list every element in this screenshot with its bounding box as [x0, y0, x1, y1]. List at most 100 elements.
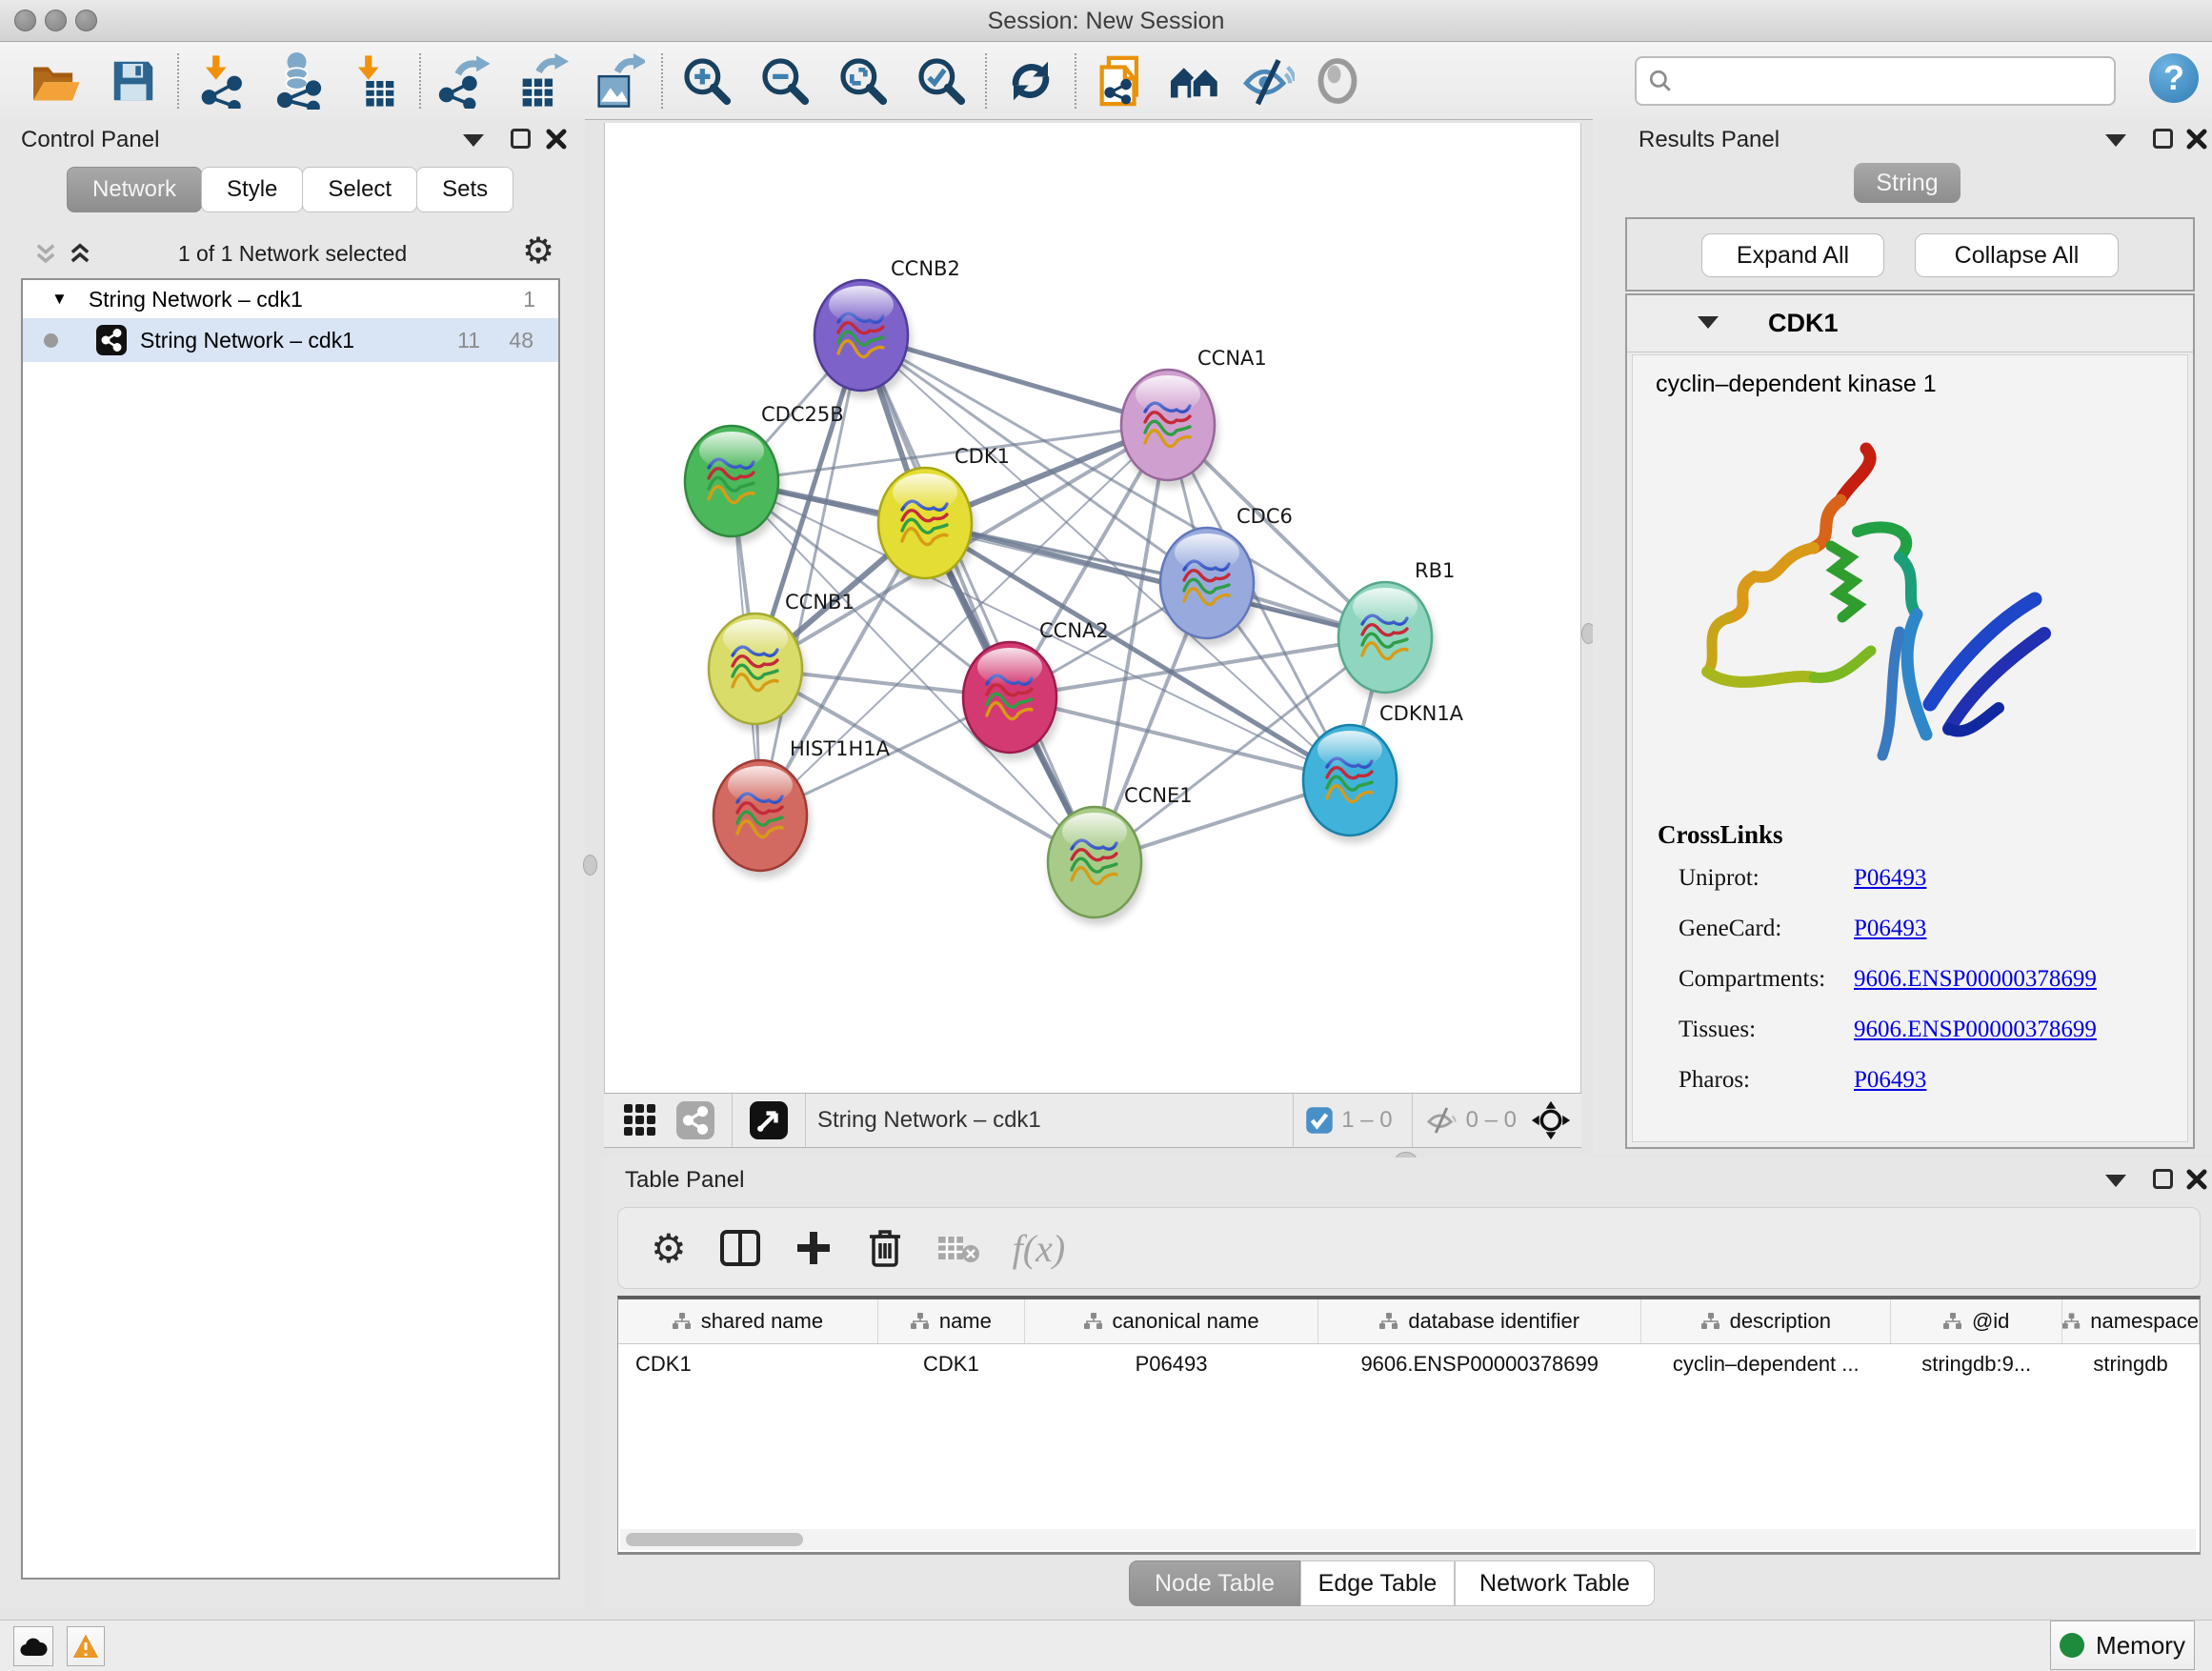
- import-network-database-button[interactable]: [269, 50, 330, 111]
- table-cell[interactable]: cyclin–dependent ...: [1641, 1343, 1891, 1385]
- results-panel-menu-icon[interactable]: [2105, 134, 2126, 147]
- zoom-in-button[interactable]: [676, 50, 737, 111]
- network-edge-CDK1-RB1[interactable]: [925, 523, 1385, 637]
- zoom-selected-button[interactable]: [911, 50, 972, 111]
- selected-checkbox-icon[interactable]: [1305, 1106, 1334, 1135]
- import-network-file-button[interactable]: [192, 50, 253, 111]
- table-cell[interactable]: 9606.ENSP00000378699: [1318, 1343, 1641, 1385]
- open-session-button[interactable]: [25, 50, 86, 111]
- help-button[interactable]: ?: [2149, 53, 2199, 103]
- import-table-icon: [348, 53, 403, 109]
- table-cell[interactable]: CDK1: [618, 1343, 877, 1385]
- results-panel-close-icon[interactable]: [2185, 128, 2208, 151]
- left-splitter-handle[interactable]: [583, 855, 597, 876]
- new-network-from-selection-button[interactable]: [1090, 50, 1151, 111]
- tab-network-table[interactable]: Network Table: [1455, 1560, 1655, 1606]
- column-header-namespace[interactable]: namespace: [2062, 1299, 2200, 1343]
- column-header-name[interactable]: name: [877, 1299, 1024, 1343]
- export-image-button[interactable]: [587, 50, 648, 111]
- results-panel-float-icon[interactable]: [2153, 129, 2173, 149]
- tab-node-table[interactable]: Node Table: [1129, 1560, 1300, 1606]
- table-cell[interactable]: P06493: [1024, 1343, 1317, 1385]
- column-header-shared-name[interactable]: shared name: [618, 1299, 877, 1343]
- table-options-gear-icon[interactable]: ⚙: [651, 1225, 687, 1272]
- gene-section-header[interactable]: CDK1: [1627, 295, 2193, 352]
- refresh-button[interactable]: [1000, 50, 1061, 111]
- memory-indicator[interactable]: Memory: [2050, 1621, 2195, 1670]
- network-node-CDKN1A[interactable]: CDKN1A: [1303, 702, 1464, 843]
- network-row-selected[interactable]: String Network – cdk1 11 48: [23, 318, 558, 362]
- collapse-all-button[interactable]: Collapse All: [1915, 233, 2119, 277]
- node-label-CCNB2: CCNB2: [891, 257, 960, 280]
- table-panel-close-icon[interactable]: [2185, 1168, 2208, 1191]
- hidden-eye-slash-icon[interactable]: [1424, 1105, 1458, 1136]
- table-cell[interactable]: stringdb: [2062, 1343, 2200, 1385]
- network-node-HIST1H1A[interactable]: HIST1H1A: [714, 737, 891, 878]
- crosslink-uniprot-link[interactable]: P06493: [1854, 865, 1926, 892]
- control-panel-close-icon[interactable]: [545, 128, 568, 151]
- window-close-button[interactable]: [14, 10, 36, 31]
- table-cell[interactable]: stringdb:9...: [1891, 1343, 2062, 1385]
- network-share-icon[interactable]: [671, 1096, 720, 1145]
- tab-select[interactable]: Select: [302, 167, 417, 212]
- show-all-button[interactable]: [1307, 50, 1368, 111]
- fit-selection-crosshair-icon[interactable]: [1524, 1096, 1578, 1145]
- tab-edge-table[interactable]: Edge Table: [1300, 1560, 1455, 1606]
- scrollbar-thumb[interactable]: [626, 1533, 803, 1546]
- zoom-out-button[interactable]: [754, 50, 815, 111]
- expand-all-button[interactable]: Expand All: [1701, 233, 1884, 277]
- import-table-button[interactable]: [345, 50, 406, 111]
- table-horizontal-scrollbar[interactable]: [620, 1529, 2196, 1550]
- gene-collapse-icon[interactable]: [1698, 316, 1719, 329]
- birds-eye-grid-icon[interactable]: [615, 1096, 665, 1145]
- window-zoom-button[interactable]: [75, 10, 97, 31]
- tab-style[interactable]: Style: [201, 167, 303, 212]
- table-panel-float-icon[interactable]: [2153, 1169, 2173, 1189]
- network-node-CCNA1[interactable]: CCNA1: [1121, 347, 1267, 488]
- network-view-canvas[interactable]: CCNB2CCNA1CDC25BCDK1CDC6RB1CCNB1CCNA2CDK…: [604, 123, 1581, 1093]
- network-collection-row[interactable]: ▼ String Network – cdk1 1: [23, 280, 558, 318]
- network-graph[interactable]: CCNB2CCNA1CDC25BCDK1CDC6RB1CCNB1CCNA2CDK…: [605, 123, 1580, 1091]
- warning-button[interactable]: [67, 1626, 105, 1666]
- hide-selected-button[interactable]: [1237, 50, 1297, 111]
- export-table-button[interactable]: [511, 50, 572, 111]
- show-columns-icon[interactable]: [719, 1229, 761, 1267]
- control-panel-float-icon[interactable]: [511, 129, 531, 149]
- tab-network[interactable]: Network: [67, 167, 202, 212]
- network-node-CDC6[interactable]: CDC6: [1160, 505, 1293, 646]
- detach-view-icon[interactable]: [744, 1096, 794, 1145]
- table-cell[interactable]: CDK1: [877, 1343, 1024, 1385]
- network-options-gear-icon[interactable]: ⚙: [522, 230, 554, 272]
- search-input[interactable]: [1673, 68, 2092, 94]
- network-edge-CCNB2-CCNE1[interactable]: [861, 335, 1095, 862]
- save-session-button[interactable]: [103, 50, 164, 111]
- column-header-description[interactable]: description: [1641, 1299, 1891, 1343]
- zoom-fit-button[interactable]: [833, 50, 894, 111]
- tab-sets[interactable]: Sets: [416, 167, 513, 212]
- network-node-RB1[interactable]: RB1: [1338, 559, 1455, 700]
- add-column-icon[interactable]: [794, 1228, 834, 1268]
- crosslink-compartments-link[interactable]: 9606.ENSP00000378699: [1854, 966, 2097, 993]
- crosslink-genecard-link[interactable]: P06493: [1854, 916, 1926, 942]
- crosslink-pharos-link[interactable]: P06493: [1854, 1067, 1926, 1094]
- first-neighbors-button[interactable]: [1164, 50, 1225, 111]
- search-field[interactable]: [1635, 56, 2116, 106]
- control-panel-menu-icon[interactable]: [463, 134, 484, 147]
- cloud-button[interactable]: [13, 1626, 53, 1666]
- column-header-canonical-name[interactable]: canonical name: [1024, 1299, 1317, 1343]
- table-row[interactable]: CDK1CDK1P064939606.ENSP00000378699cyclin…: [618, 1343, 2200, 1385]
- function-builder-icon[interactable]: f(x): [1013, 1226, 1066, 1271]
- crosslink-tissues-link[interactable]: 9606.ENSP00000378699: [1854, 1017, 2097, 1043]
- column-header--id[interactable]: @id: [1891, 1299, 2062, 1343]
- table-panel-title: Table Panel: [625, 1167, 744, 1194]
- network-node-CCNB2[interactable]: CCNB2: [814, 257, 960, 398]
- export-network-button[interactable]: [434, 50, 495, 111]
- window-minimize-button[interactable]: [45, 10, 67, 31]
- collection-expand-icon[interactable]: ▼: [51, 290, 68, 309]
- network-node-CCNB1[interactable]: CCNB1: [709, 591, 855, 732]
- tab-string[interactable]: String: [1854, 163, 1961, 203]
- delete-column-trash-icon[interactable]: [866, 1227, 904, 1269]
- delete-table-icon[interactable]: [936, 1231, 980, 1265]
- column-header-database-identifier[interactable]: database identifier: [1318, 1299, 1641, 1343]
- table-panel-menu-icon[interactable]: [2105, 1175, 2126, 1187]
